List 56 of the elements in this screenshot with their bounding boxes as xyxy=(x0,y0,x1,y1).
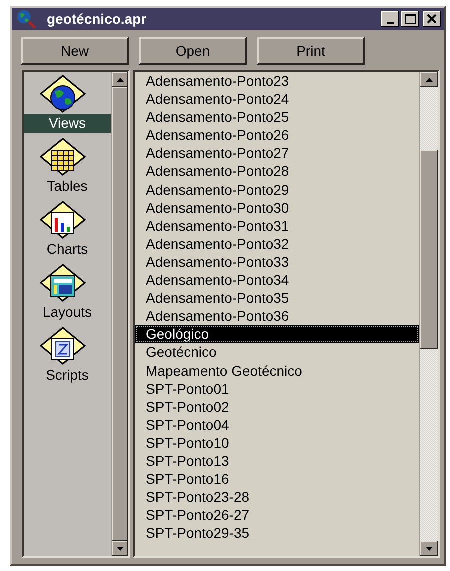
maximize-icon xyxy=(404,14,416,24)
sidebar-item[interactable]: Scripts xyxy=(24,366,111,385)
list-item[interactable]: SPT-Ponto16 xyxy=(135,470,419,488)
list-item[interactable]: SPT-Ponto13 xyxy=(135,452,419,470)
toolbar-button[interactable]: New xyxy=(21,37,129,65)
globe-icon[interactable] xyxy=(38,74,88,114)
list-item[interactable]: Adensamento-Ponto35 xyxy=(135,289,419,308)
list-item[interactable]: Adensamento-Ponto34 xyxy=(135,271,419,290)
scrollbar[interactable] xyxy=(419,72,438,556)
list-item[interactable]: Adensamento-Ponto23 xyxy=(135,72,419,90)
close-button[interactable] xyxy=(423,11,441,27)
script-icon[interactable] xyxy=(38,326,88,366)
list-item[interactable]: SPT-Ponto23-28 xyxy=(135,488,419,506)
layout-icon[interactable] xyxy=(38,263,88,303)
list-item[interactable]: Adensamento-Ponto28 xyxy=(135,162,419,181)
minimize-button[interactable] xyxy=(381,11,399,27)
table-icon[interactable] xyxy=(38,137,88,177)
list-item[interactable]: Adensamento-Ponto29 xyxy=(135,180,419,199)
sidebar-item[interactable]: Views xyxy=(24,114,111,133)
list-item[interactable]: Mapeamento Geotécnico xyxy=(135,362,419,380)
sidebar-item[interactable]: Layouts xyxy=(24,303,111,322)
list-item[interactable]: Adensamento-Ponto36 xyxy=(135,307,419,326)
scrollbar-thumb[interactable] xyxy=(420,150,438,349)
list-item[interactable]: SPT-Ponto01 xyxy=(135,380,419,398)
down-arrow-icon xyxy=(426,546,432,550)
list-item[interactable]: SPT-Ponto10 xyxy=(135,434,419,452)
list-item[interactable]: Adensamento-Ponto24 xyxy=(135,90,419,108)
window-title: geotécnico.apr xyxy=(47,11,148,27)
scroll-up-button[interactable] xyxy=(420,72,438,87)
scroll-down-button[interactable] xyxy=(112,541,128,556)
sidebar-item[interactable]: Tables xyxy=(24,177,111,196)
list-item[interactable]: Adensamento-Ponto33 xyxy=(135,252,419,272)
list-item[interactable]: SPT-Ponto26-27 xyxy=(135,506,419,524)
list-item[interactable]: Adensamento-Ponto31 xyxy=(135,216,419,235)
close-icon xyxy=(427,14,437,24)
list-item[interactable]: Geotécnico xyxy=(135,343,419,362)
bar-chart-icon[interactable] xyxy=(38,200,88,240)
list-item[interactable]: Adensamento-Ponto32 xyxy=(135,234,419,253)
toolbar-button[interactable]: Open xyxy=(139,37,247,65)
scroll-down-button[interactable] xyxy=(420,541,438,556)
list-item[interactable]: Adensamento-Ponto25 xyxy=(135,108,419,126)
sidebar-item[interactable]: Charts xyxy=(24,240,111,259)
list-item[interactable]: Adensamento-Ponto27 xyxy=(135,144,419,162)
list-item[interactable]: SPT-Ponto29-35 xyxy=(135,524,419,542)
up-arrow-icon xyxy=(116,78,124,82)
list-item[interactable]: Geológico xyxy=(135,325,419,344)
maximize-button[interactable] xyxy=(401,11,419,27)
scroll-up-button[interactable] xyxy=(112,72,128,87)
toolbar-button[interactable]: Print xyxy=(257,37,365,65)
list-item[interactable]: Adensamento-Ponto30 xyxy=(135,198,419,217)
up-arrow-icon xyxy=(426,78,432,82)
minimize-icon xyxy=(386,22,394,24)
down-arrow-icon xyxy=(116,546,124,550)
list-item[interactable]: Adensamento-Ponto26 xyxy=(135,126,419,144)
list-item[interactable]: SPT-Ponto04 xyxy=(135,416,419,434)
list-item[interactable]: SPT-Ponto02 xyxy=(135,398,419,416)
